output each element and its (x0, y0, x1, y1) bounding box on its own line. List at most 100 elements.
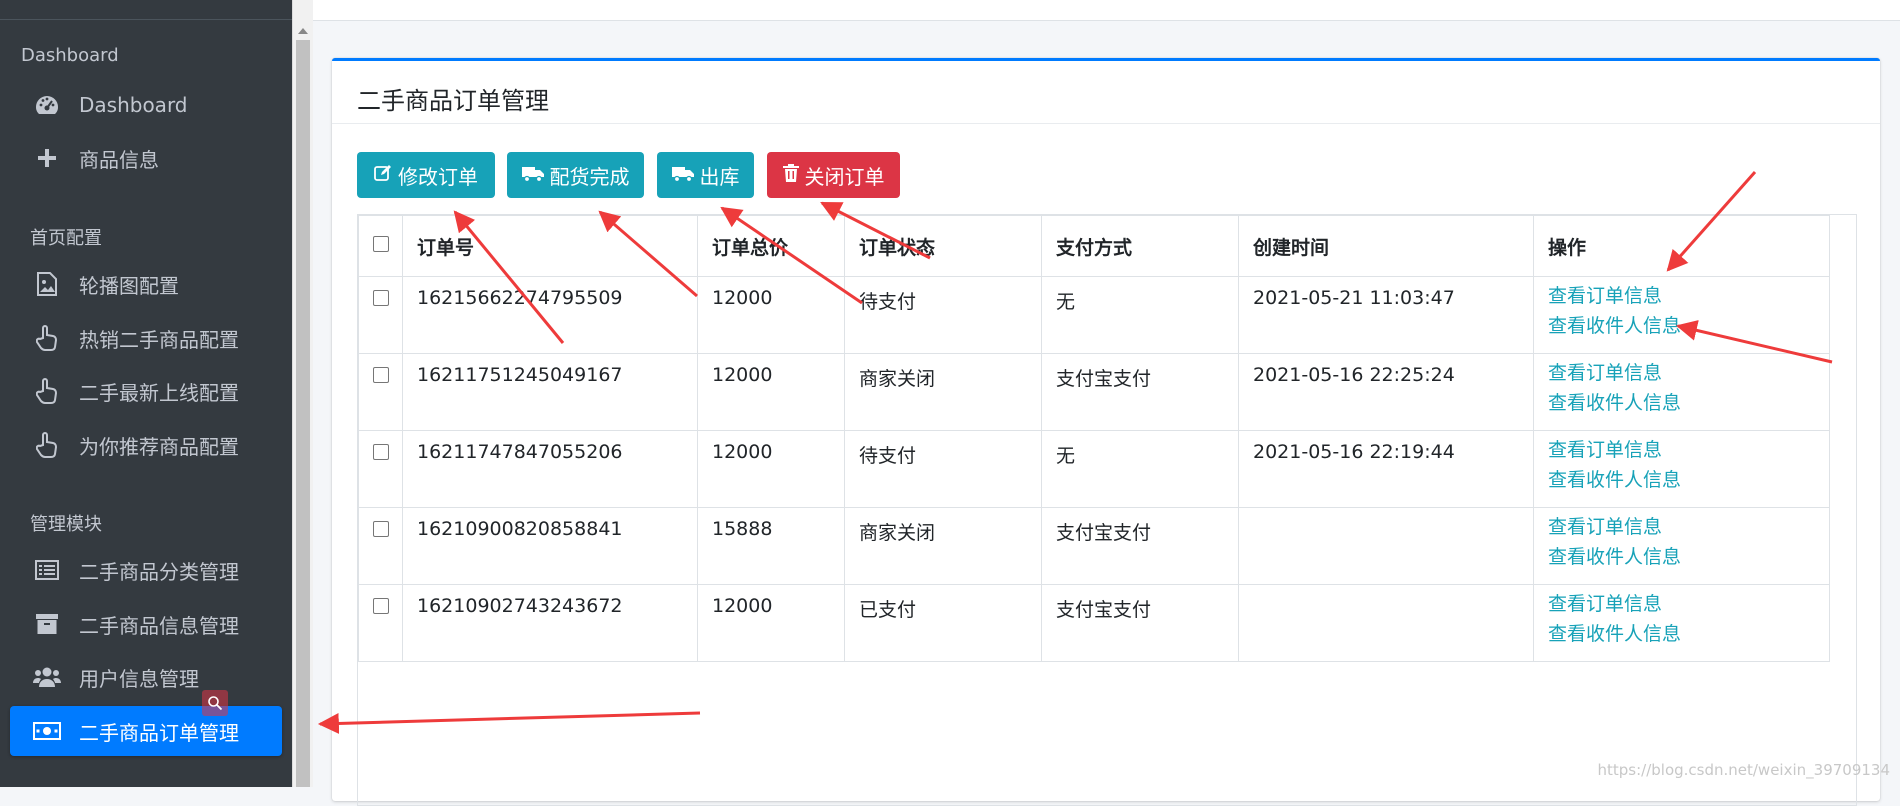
status-cell: 已支付 (844, 584, 1042, 662)
created-cell: 2021-05-16 22:19:44 (1238, 430, 1534, 508)
sidebar-scrollbar[interactable] (292, 0, 313, 787)
ship-out-button[interactable]: 出库 (657, 152, 754, 198)
sidebar-item-label: 轮播图配置 (79, 273, 179, 298)
scrollbar-thumb[interactable] (296, 40, 310, 787)
column-header-status[interactable]: 订单状态 (844, 215, 1042, 277)
distribution-complete-label: 配货完成 (549, 164, 630, 189)
status-cell: 待支付 (844, 430, 1042, 508)
page-title: 二手商品订单管理 (357, 87, 549, 115)
sidebar-item-label: 用户信息管理 (79, 666, 199, 691)
sidebar-section-dashboard: Dashboard (21, 45, 119, 66)
image-icon (32, 272, 62, 296)
table-row[interactable]: 16210902743243672 12000 已支付 支付宝支付 查看订单信息… (358, 584, 1830, 662)
view-order-link[interactable]: 查看订单信息 (1548, 281, 1815, 311)
sidebar-item-latest-config[interactable]: 二手最新上线配置 (10, 366, 282, 416)
sidebar-divider (0, 19, 292, 20)
order-no-cell: 16211751245049167 (402, 353, 698, 431)
select-all-cell (358, 215, 403, 277)
view-receiver-link[interactable]: 查看收件人信息 (1548, 619, 1815, 649)
users-icon (32, 666, 62, 688)
sidebar-section-home-config: 首页配置 (30, 228, 102, 249)
tachometer-icon (32, 94, 62, 116)
close-order-label: 关闭订单 (804, 164, 885, 189)
sidebar-item-label: 二手商品信息管理 (79, 613, 239, 638)
created-cell: 2021-05-16 22:25:24 (1238, 353, 1534, 431)
total-cell: 12000 (697, 430, 845, 508)
truck-icon (671, 163, 694, 187)
view-order-link[interactable]: 查看订单信息 (1548, 589, 1815, 619)
orders-table: 订单号 订单总价 订单状态 支付方式 创建时间 操作 1621566227479… (358, 215, 1830, 662)
row-checkbox[interactable] (372, 367, 389, 383)
sidebar-item-hot-config[interactable]: 热销二手商品配置 (10, 313, 282, 363)
total-cell: 15888 (697, 507, 845, 585)
sidebar-item-product-manage[interactable]: 二手商品信息管理 (10, 599, 282, 649)
actions-cell: 查看订单信息 查看收件人信息 (1533, 507, 1830, 585)
sidebar-item-user-manage[interactable]: 用户信息管理 (10, 652, 282, 702)
order-no-cell: 16210900820858841 (402, 507, 698, 585)
order-no-cell: 16215662274795509 (402, 276, 698, 354)
hand-pointer-icon (32, 325, 62, 351)
sidebar-item-label: Dashboard (79, 93, 188, 117)
row-checkbox[interactable] (372, 521, 389, 537)
scroll-up-arrow-icon[interactable] (298, 28, 308, 34)
actions-cell: 查看订单信息 查看收件人信息 (1533, 430, 1830, 508)
view-receiver-link[interactable]: 查看收件人信息 (1548, 465, 1815, 495)
row-checkbox[interactable] (372, 444, 389, 460)
view-order-link[interactable]: 查看订单信息 (1548, 358, 1815, 388)
status-cell: 商家关闭 (844, 353, 1042, 431)
sidebar-item-category-manage[interactable]: 二手商品分类管理 (10, 545, 282, 595)
view-receiver-link[interactable]: 查看收件人信息 (1548, 311, 1815, 341)
created-cell (1238, 584, 1534, 662)
sidebar-item-label: 为你推荐商品配置 (79, 434, 239, 459)
table-row[interactable]: 16210900820858841 15888 商家关闭 支付宝支付 查看订单信… (358, 507, 1830, 585)
hand-pointer-icon (32, 432, 62, 458)
payment-cell: 无 (1041, 430, 1239, 508)
total-cell: 12000 (697, 276, 845, 354)
column-header-actions: 操作 (1533, 215, 1830, 277)
view-order-link[interactable]: 查看订单信息 (1548, 512, 1815, 542)
sidebar-item-label: 二手最新上线配置 (79, 380, 239, 405)
orders-table-wrapper: 订单号 订单总价 订单状态 支付方式 创建时间 操作 1621566227479… (357, 214, 1857, 806)
column-header-total[interactable]: 订单总价 (697, 215, 845, 277)
column-header-created[interactable]: 创建时间 (1238, 215, 1534, 277)
view-order-link[interactable]: 查看订单信息 (1548, 435, 1815, 465)
status-cell: 商家关闭 (844, 507, 1042, 585)
close-order-button[interactable]: 关闭订单 (767, 152, 900, 198)
search-icon (202, 690, 228, 716)
row-select-cell (358, 584, 403, 662)
edit-order-button[interactable]: 修改订单 (357, 152, 495, 198)
sidebar-section-management: 管理模块 (30, 514, 102, 535)
row-checkbox[interactable] (372, 290, 389, 306)
sidebar-item-carousel-config[interactable]: 轮播图配置 (10, 259, 282, 309)
view-receiver-link[interactable]: 查看收件人信息 (1548, 542, 1815, 572)
sidebar-item-label: 二手商品分类管理 (79, 559, 239, 584)
table-header-row: 订单号 订单总价 订单状态 支付方式 创建时间 操作 (358, 215, 1830, 277)
select-all-checkbox[interactable] (372, 236, 389, 252)
created-cell (1238, 507, 1534, 585)
edit-order-label: 修改订单 (398, 164, 478, 189)
actions-cell: 查看订单信息 查看收件人信息 (1533, 584, 1830, 662)
sidebar-item-dashboard[interactable]: Dashboard (10, 80, 282, 130)
row-checkbox[interactable] (372, 598, 389, 614)
view-receiver-link[interactable]: 查看收件人信息 (1548, 388, 1815, 418)
money-bill-icon (32, 722, 62, 740)
actions-cell: 查看订单信息 查看收件人信息 (1533, 276, 1830, 354)
column-header-payment[interactable]: 支付方式 (1041, 215, 1239, 277)
row-select-cell (358, 430, 403, 508)
sidebar: Dashboard Dashboard 商品信息 首页配置 轮播图配置 热销二手… (0, 0, 292, 787)
trash-icon (782, 163, 799, 187)
sidebar-item-recommend-config[interactable]: 为你推荐商品配置 (10, 420, 282, 470)
distribution-complete-button[interactable]: 配货完成 (507, 152, 644, 198)
card-header: 二手商品订单管理 (332, 61, 1880, 124)
top-navbar (313, 0, 1900, 21)
column-header-order-no[interactable]: 订单号 (402, 215, 698, 277)
sidebar-item-product-info[interactable]: 商品信息 (10, 133, 282, 183)
archive-icon (32, 614, 62, 634)
payment-cell: 支付宝支付 (1041, 584, 1239, 662)
table-row[interactable]: 16211751245049167 12000 商家关闭 支付宝支付 2021-… (358, 353, 1830, 431)
hand-pointer-icon (32, 378, 62, 404)
table-row[interactable]: 16215662274795509 12000 待支付 无 2021-05-21… (358, 276, 1830, 354)
sidebar-item-order-manage[interactable]: 二手商品订单管理 (10, 706, 282, 756)
sidebar-item-label: 热销二手商品配置 (79, 327, 239, 352)
table-row[interactable]: 16211747847055206 12000 待支付 无 2021-05-16… (358, 430, 1830, 508)
